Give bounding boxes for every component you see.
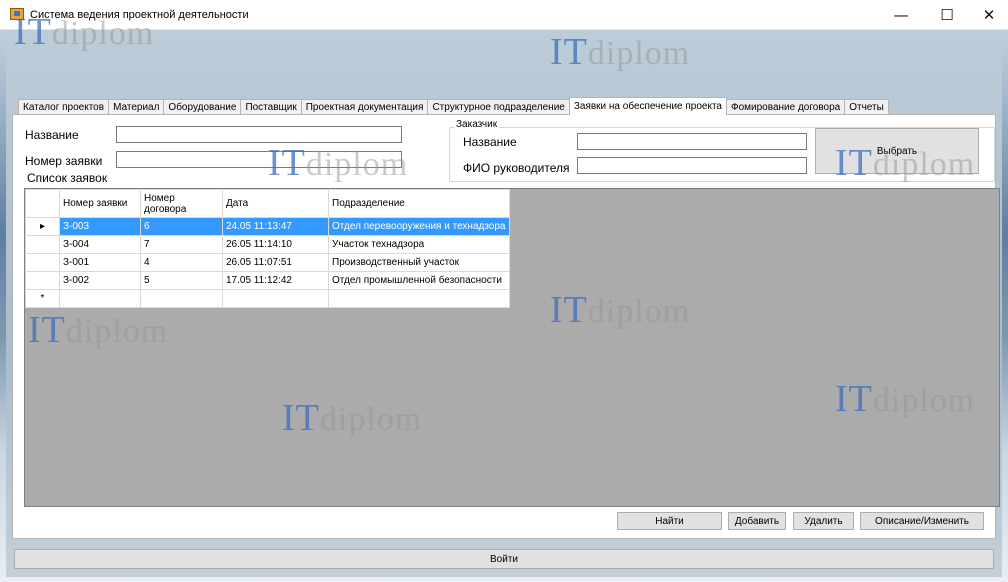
row-header[interactable] [25,253,60,272]
table-cell[interactable]: 4 [140,253,223,272]
current-row-indicator-icon: ▸ [25,217,60,236]
delete-button[interactable]: Удалить [793,512,854,530]
customer-name-label: Название [463,135,517,149]
window-title: Система ведения проектной деятельности [30,9,249,21]
table-cell[interactable]: 24.05 11:13:47 [222,217,329,236]
tab-projects-catalog[interactable]: Каталог проектов [18,99,110,115]
maximize-button[interactable]: ☐ [924,0,970,30]
customer-name-input[interactable] [577,133,807,150]
table-row[interactable]: З-002 5 17.05 11:12:42 Отдел промышленно… [25,271,510,290]
new-row[interactable]: * [25,289,510,308]
table-cell[interactable] [328,289,510,308]
close-button[interactable]: ✕ [966,0,1008,30]
requests-datagrid[interactable]: Номер заявки Номер договора Дата Подразд… [24,188,1000,507]
find-button[interactable]: Найти [617,512,722,530]
table-cell[interactable]: З-004 [59,235,141,254]
tab-project-docs[interactable]: Проектная документация [300,99,429,115]
request-number-input[interactable] [116,151,402,168]
new-row-marker-icon: * [25,289,60,308]
tab-equipment[interactable]: Оборудование [163,99,242,115]
column-header-department[interactable]: Подразделение [328,189,510,218]
edit-description-button[interactable]: Описание/Изменить [860,512,984,530]
tab-supplier[interactable]: Поставщик [240,99,302,115]
tab-structural-unit[interactable]: Структурное подразделение [427,99,570,115]
column-header-request-number[interactable]: Номер заявки [59,189,141,218]
table-cell[interactable]: З-003 [59,217,141,236]
row-header[interactable] [25,235,60,254]
app-icon [10,8,24,20]
table-cell[interactable]: Отдел перевооружения и технадзора [328,217,510,236]
grid-header-row: Номер заявки Номер договора Дата Подразд… [25,189,510,218]
table-cell[interactable]: З-002 [59,271,141,290]
column-header-contract-number[interactable]: Номер договора [140,189,223,218]
table-row[interactable]: З-001 4 26.05 11:07:51 Производственный … [25,253,510,272]
table-row[interactable]: ▸ З-003 6 24.05 11:13:47 Отдел перевоору… [25,217,510,236]
name-label: Название [25,128,79,142]
tab-contract-forming[interactable]: Фомирование договора [726,99,846,115]
table-cell[interactable]: 5 [140,271,223,290]
table-cell[interactable] [140,289,223,308]
table-cell[interactable]: З-001 [59,253,141,272]
table-cell[interactable]: 26.05 11:07:51 [222,253,329,272]
table-cell[interactable]: Производственный участок [328,253,510,272]
manager-name-input[interactable] [577,157,807,174]
table-cell[interactable]: 26.05 11:14:10 [222,235,329,254]
table-cell[interactable]: Отдел промышленной безопасности [328,271,510,290]
column-header-date[interactable]: Дата [222,189,329,218]
requests-table: Номер заявки Номер договора Дата Подразд… [25,189,510,308]
request-list-label: Список заявок [27,171,108,185]
name-input[interactable] [116,126,402,143]
tab-reports[interactable]: Отчеты [844,99,889,115]
select-customer-button[interactable]: Выбрать [815,128,979,174]
tab-project-requests[interactable]: Заявки на обеспечение проекта [568,97,727,115]
table-cell[interactable]: 17.05 11:12:42 [222,271,329,290]
table-cell[interactable] [59,289,141,308]
row-header-corner [25,189,60,218]
tab-material[interactable]: Материал [108,99,165,115]
minimize-button[interactable]: — [878,0,924,30]
customer-group-title: Заказчик [454,119,500,130]
table-cell[interactable]: 7 [140,235,223,254]
table-row[interactable]: З-004 7 26.05 11:14:10 Участок технадзор… [25,235,510,254]
table-cell[interactable]: 6 [140,217,223,236]
table-cell[interactable] [222,289,329,308]
add-button[interactable]: Добавить [728,512,786,530]
request-number-label: Номер заявки [25,154,103,168]
table-cell[interactable]: Участок технадзора [328,235,510,254]
row-header[interactable] [25,271,60,290]
manager-name-label: ФИО руководителя [463,161,570,175]
tab-strip: Каталог проектов Материал Оборудование П… [18,97,889,115]
enter-button[interactable]: Войти [14,549,994,569]
window-titlebar: Система ведения проектной деятельности —… [0,0,1008,30]
